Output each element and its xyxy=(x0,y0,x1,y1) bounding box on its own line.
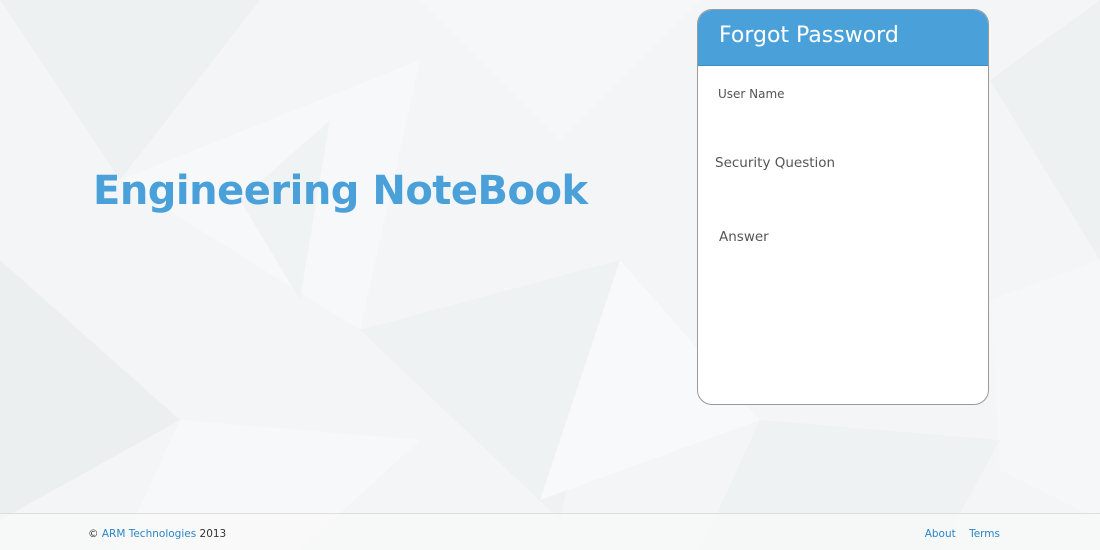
copyright: © ARM Technologies 2013 xyxy=(88,528,226,540)
security-question-input[interactable] xyxy=(715,180,971,206)
answer-label: Answer xyxy=(719,229,769,245)
about-link[interactable]: About xyxy=(925,528,956,540)
answer-input[interactable] xyxy=(715,254,971,280)
company-link[interactable]: ARM Technologies xyxy=(102,528,196,540)
username-input[interactable] xyxy=(715,109,971,135)
app-title: Engineering NoteBook xyxy=(93,168,588,214)
card-header: Forgot Password xyxy=(698,10,988,66)
card-title: Forgot Password xyxy=(719,23,899,48)
footer-links: About Terms xyxy=(915,528,1000,540)
forgot-password-card: Forgot Password User Name Security Quest… xyxy=(697,9,989,405)
security-question-label: Security Question xyxy=(715,155,836,171)
copyright-year: 2013 xyxy=(199,528,227,540)
footer: © ARM Technologies 2013 About Terms xyxy=(0,513,1100,550)
terms-link[interactable]: Terms xyxy=(969,528,1000,540)
copyright-symbol: © xyxy=(88,528,99,540)
username-label: User Name xyxy=(718,87,785,101)
